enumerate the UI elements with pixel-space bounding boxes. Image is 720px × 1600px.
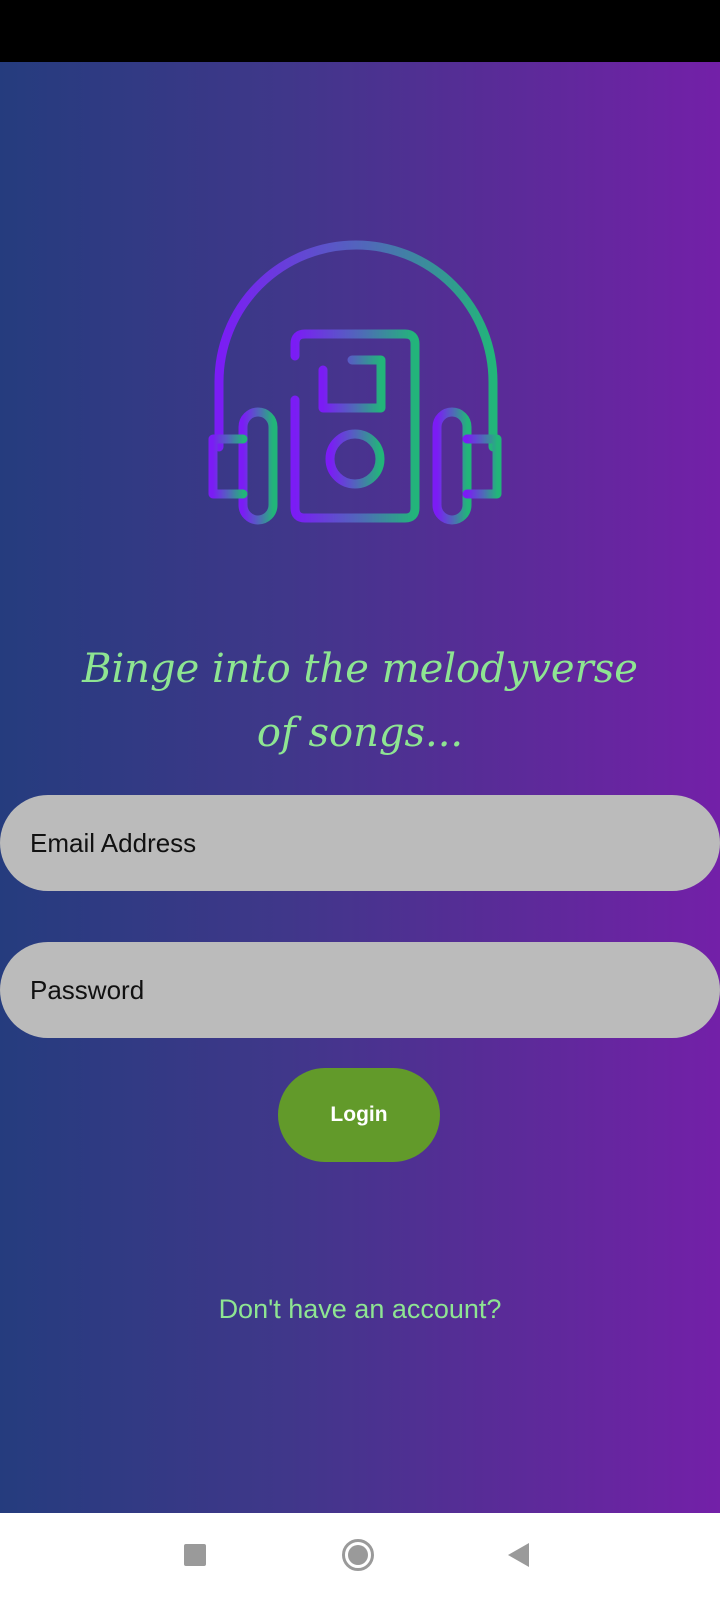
- login-screen: Binge into the melodyverse of songs... L…: [0, 0, 720, 1600]
- system-navigation-bar: [0, 1513, 720, 1600]
- back-button[interactable]: [496, 1533, 540, 1577]
- home-button[interactable]: [336, 1533, 380, 1577]
- tagline: Binge into the melodyverse of songs...: [82, 646, 638, 756]
- app-background: Binge into the melodyverse of songs... L…: [0, 62, 720, 1513]
- login-button[interactable]: Login: [278, 1068, 440, 1162]
- circle-icon: [342, 1539, 374, 1571]
- email-field[interactable]: [0, 795, 720, 891]
- signup-link[interactable]: Don't have an account?: [0, 1294, 720, 1325]
- status-bar: [0, 0, 720, 62]
- headphones-music-player-icon: [208, 240, 502, 525]
- recents-button[interactable]: [173, 1533, 217, 1577]
- triangle-back-icon: [507, 1543, 529, 1567]
- password-field[interactable]: [0, 942, 720, 1038]
- square-icon: [184, 1544, 206, 1566]
